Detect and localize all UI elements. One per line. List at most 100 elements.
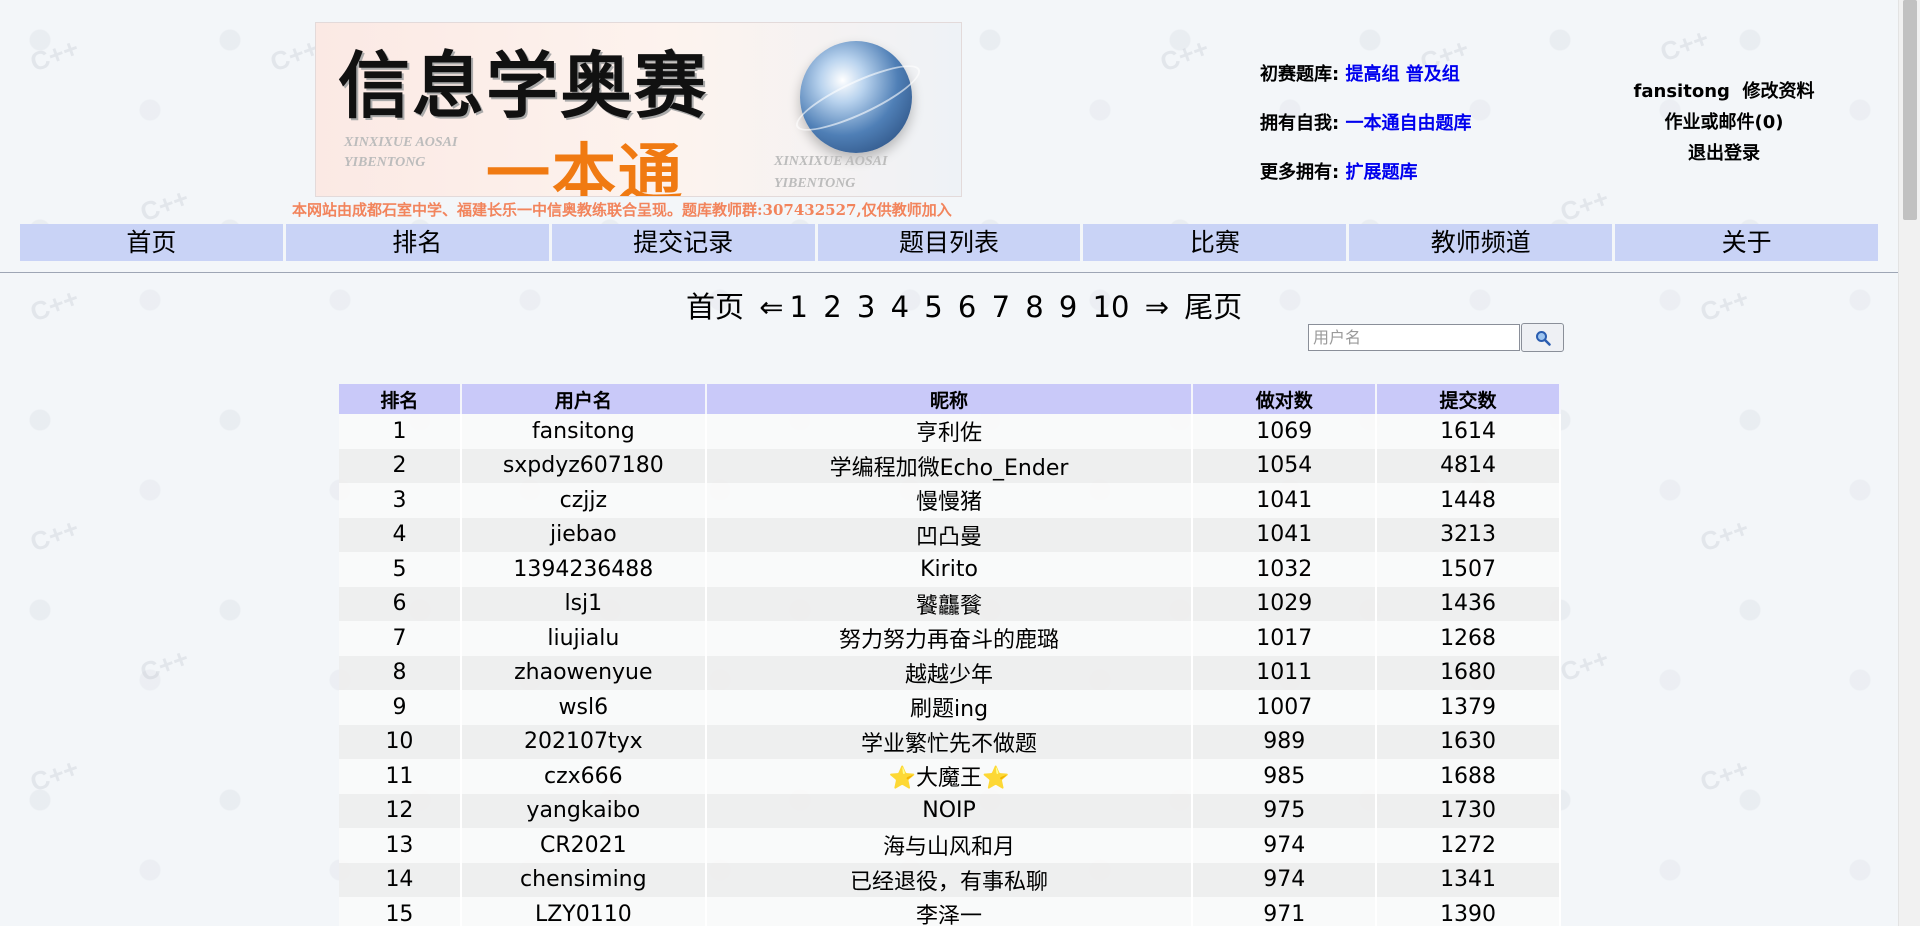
nav-ranking[interactable]: 排名: [285, 224, 549, 261]
page-10[interactable]: 10: [1093, 290, 1130, 324]
username-link[interactable]: yangkaibo: [526, 798, 640, 823]
cell-solved[interactable]: 974: [1192, 862, 1378, 897]
cell-solved[interactable]: 1032: [1192, 552, 1378, 587]
page-5[interactable]: 5: [924, 290, 942, 324]
page-1[interactable]: 1: [790, 290, 808, 324]
cell-submissions[interactable]: 1379: [1376, 690, 1561, 725]
nav-problems[interactable]: 题目列表: [817, 224, 1081, 261]
page-prev-arrow-icon[interactable]: ⇐: [759, 290, 783, 324]
page-2[interactable]: 2: [823, 290, 841, 324]
cell-rank: 9: [339, 690, 462, 725]
username-link[interactable]: chensiming: [520, 867, 647, 892]
cell-solved[interactable]: 1041: [1192, 483, 1378, 518]
username-link[interactable]: wsl6: [559, 695, 609, 720]
link-advanced-group[interactable]: 提高组: [1345, 64, 1399, 85]
cell-username: yangkaibo: [460, 793, 707, 828]
cell-nickname: 学编程加微Echo_Ender: [705, 448, 1194, 483]
cell-submissions[interactable]: 3213: [1376, 517, 1561, 552]
nav-teachers[interactable]: 教师频道: [1349, 224, 1613, 261]
banner-title: 信息学奥赛: [338, 43, 709, 128]
cell-nickname: NOIP: [705, 793, 1194, 828]
cell-nickname: 亨利佐: [705, 414, 1194, 449]
cell-submissions[interactable]: 1448: [1376, 483, 1561, 518]
cell-solved[interactable]: 1011: [1192, 655, 1378, 690]
table-row: 7 liujialu 努力努力再奋斗的鹿璐 1017 1268: [339, 621, 1561, 656]
cell-submissions[interactable]: 1268: [1376, 621, 1561, 656]
divider: [0, 272, 1898, 273]
cell-submissions[interactable]: 1390: [1376, 897, 1561, 926]
cell-solved[interactable]: 1041: [1192, 517, 1378, 552]
cell-solved[interactable]: 1029: [1192, 586, 1378, 621]
link-extended-problemset[interactable]: 扩展题库: [1345, 162, 1417, 183]
username-link[interactable]: fansitong: [532, 419, 635, 444]
page-9[interactable]: 9: [1059, 290, 1077, 324]
nav-home[interactable]: 首页: [20, 224, 283, 261]
page-next-arrow-icon[interactable]: ⇒: [1145, 290, 1169, 324]
username-link[interactable]: czx666: [544, 764, 623, 789]
free-label: 拥有自我:: [1260, 113, 1340, 134]
cell-rank: 4: [339, 517, 462, 552]
username-link[interactable]: zhaowenyue: [514, 660, 652, 685]
page-7[interactable]: 7: [992, 290, 1010, 324]
search-button[interactable]: [1521, 323, 1564, 352]
mail-link[interactable]: 作业或邮件(0): [1665, 112, 1784, 133]
watermark-text: C++: [1156, 32, 1213, 78]
banner-pinyin-left: XINXIXUE AOSAI YIBENTONG: [344, 135, 458, 170]
cell-submissions[interactable]: 4814: [1376, 448, 1561, 483]
cell-solved[interactable]: 989: [1192, 724, 1378, 759]
search-input[interactable]: [1308, 324, 1520, 351]
cell-submissions[interactable]: 1730: [1376, 793, 1561, 828]
nav-submissions[interactable]: 提交记录: [551, 224, 815, 261]
cell-solved[interactable]: 1069: [1192, 414, 1378, 449]
page-scrollbar[interactable]: [1898, 0, 1920, 926]
cell-submissions[interactable]: 1614: [1376, 414, 1561, 449]
table-row: 2 sxpdyz607180 学编程加微Echo_Ender 1054 4814: [339, 448, 1561, 483]
page-6[interactable]: 6: [958, 290, 976, 324]
ranking-table-body: 1 fansitong 亨利佐 1069 1614 2 sxpdyz607180 学编程加微E…: [339, 414, 1561, 926]
table-row: 10 202107tyx 学业繁忙先不做题 989 1630: [339, 724, 1561, 759]
cell-solved[interactable]: 1054: [1192, 448, 1378, 483]
username-link[interactable]: 1394236488: [513, 557, 653, 582]
username-link[interactable]: fansitong: [1634, 81, 1730, 102]
page-first[interactable]: 首页: [686, 290, 744, 324]
watermark-text: C++: [136, 642, 193, 688]
cell-solved[interactable]: 975: [1192, 793, 1378, 828]
cell-username: lsj1: [460, 586, 707, 621]
username-link[interactable]: liujialu: [547, 626, 619, 651]
nav-contests[interactable]: 比赛: [1083, 224, 1347, 261]
cell-solved[interactable]: 1007: [1192, 690, 1378, 725]
cell-submissions[interactable]: 1272: [1376, 828, 1561, 863]
cell-submissions[interactable]: 1507: [1376, 552, 1561, 587]
logout-link[interactable]: 退出登录: [1688, 143, 1760, 164]
table-row: 1 fansitong 亨利佐 1069 1614: [339, 414, 1561, 449]
scrollbar-thumb[interactable]: [1903, 0, 1917, 220]
page-8[interactable]: 8: [1025, 290, 1043, 324]
nav-about[interactable]: 关于: [1615, 224, 1879, 261]
cell-submissions[interactable]: 1688: [1376, 759, 1561, 794]
links-row-more: 更多拥有: 扩展题库: [1260, 158, 1417, 184]
link-free-problemset[interactable]: 一本通自由题库: [1345, 113, 1471, 134]
cell-submissions[interactable]: 1341: [1376, 862, 1561, 897]
page-last[interactable]: 尾页: [1184, 290, 1242, 324]
username-link[interactable]: jiebao: [550, 522, 617, 547]
username-link[interactable]: sxpdyz607180: [503, 453, 664, 478]
cell-rank: 1: [339, 414, 462, 449]
cell-solved[interactable]: 971: [1192, 897, 1378, 926]
username-link[interactable]: lsj1: [564, 591, 602, 616]
cell-submissions[interactable]: 1680: [1376, 655, 1561, 690]
username-link[interactable]: czjjz: [560, 488, 607, 513]
page-3[interactable]: 3: [857, 290, 875, 324]
cell-solved[interactable]: 974: [1192, 828, 1378, 863]
username-link[interactable]: CR2021: [540, 833, 627, 858]
page-4[interactable]: 4: [891, 290, 909, 324]
table-row: 14 chensiming 已经退役，有事私聊 974 1341: [339, 862, 1561, 897]
username-link[interactable]: 202107tyx: [524, 729, 643, 754]
cell-submissions[interactable]: 1630: [1376, 724, 1561, 759]
cell-solved[interactable]: 985: [1192, 759, 1378, 794]
cell-rank: 11: [339, 759, 462, 794]
username-link[interactable]: LZY0110: [535, 902, 632, 926]
cell-solved[interactable]: 1017: [1192, 621, 1378, 656]
link-junior-group[interactable]: 普及组: [1406, 64, 1460, 85]
cell-submissions[interactable]: 1436: [1376, 586, 1561, 621]
edit-profile-link[interactable]: 修改资料: [1742, 81, 1814, 102]
